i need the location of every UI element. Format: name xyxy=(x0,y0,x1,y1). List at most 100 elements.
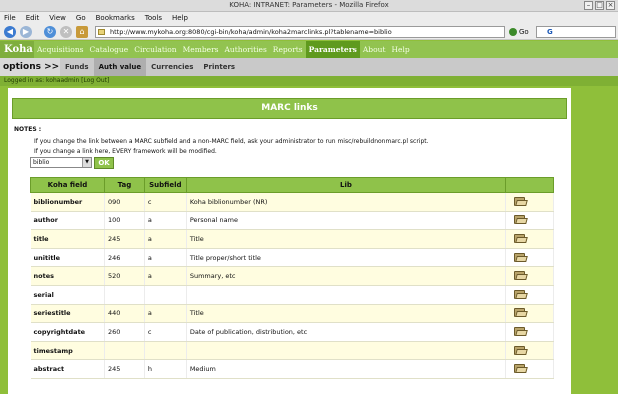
subfield xyxy=(144,285,187,305)
koha-field: timestamp xyxy=(30,341,105,361)
tab-members[interactable]: Members xyxy=(180,41,222,58)
subfield xyxy=(144,341,187,361)
koha-field: unititle xyxy=(30,248,105,268)
koha-field: biblionumber xyxy=(30,192,105,212)
header-edit xyxy=(505,177,554,193)
folder-icon[interactable] xyxy=(514,363,528,374)
tag xyxy=(104,341,145,361)
stop-icon[interactable]: ✕ xyxy=(60,26,72,38)
login-status: Logged in as: kohaadmin [Log Out] xyxy=(0,76,618,86)
header-subfield: Subfield xyxy=(143,177,187,193)
edit-cell xyxy=(505,211,554,231)
forward-icon[interactable]: ▶ xyxy=(20,26,32,38)
back-icon[interactable]: ◀ xyxy=(4,26,16,38)
folder-icon[interactable] xyxy=(514,326,528,336)
tag: 520 xyxy=(104,266,145,286)
edit-cell xyxy=(505,304,554,324)
folder-icon[interactable] xyxy=(514,270,528,281)
option-printers[interactable]: Printers xyxy=(198,58,240,76)
options-bar: options >> Funds Auth value Currencies P… xyxy=(0,58,618,76)
tab-about[interactable]: About xyxy=(360,41,389,58)
menu-file[interactable]: File xyxy=(4,14,16,22)
home-icon[interactable]: ⌂ xyxy=(76,26,88,38)
menu-go[interactable]: Go xyxy=(76,14,86,22)
window-title: KOHA: INTRANET: Parameters - Mozilla Fir… xyxy=(229,1,389,9)
search-input[interactable]: G xyxy=(536,26,616,38)
subfield: a xyxy=(144,211,187,231)
folder-icon[interactable] xyxy=(514,214,528,225)
tab-catalogue[interactable]: Catalogue xyxy=(87,41,132,58)
framework-select[interactable]: biblio ▼ xyxy=(30,157,92,168)
koha-header: Koha Acquisitions Catalogue Circulation … xyxy=(0,41,618,58)
table-row: abstract 245 h Medium xyxy=(30,359,554,379)
koha-logo[interactable]: Koha xyxy=(0,41,34,58)
folder-icon[interactable] xyxy=(514,289,528,299)
tag: 245 xyxy=(104,229,145,249)
tab-parameters[interactable]: Parameters xyxy=(305,41,360,58)
menu-bookmarks[interactable]: Bookmarks xyxy=(96,14,135,22)
table-row: author 100 a Personal name xyxy=(30,211,554,231)
tag xyxy=(104,285,145,305)
tag: 245 xyxy=(104,359,145,379)
subfield: a xyxy=(144,229,187,249)
lib xyxy=(186,341,507,361)
tag: 246 xyxy=(104,248,145,268)
ok-button[interactable]: OK xyxy=(94,157,114,169)
option-auth-value[interactable]: Auth value xyxy=(93,58,147,76)
header-lib: Lib xyxy=(185,177,507,193)
lib: Title xyxy=(186,229,507,249)
menu-help[interactable]: Help xyxy=(172,14,188,22)
tab-reports[interactable]: Reports xyxy=(270,41,306,58)
option-currencies[interactable]: Currencies xyxy=(146,58,198,76)
edit-cell xyxy=(505,229,554,249)
folder-icon[interactable] xyxy=(514,252,528,262)
menu-tools[interactable]: Tools xyxy=(145,14,162,22)
folder-icon[interactable] xyxy=(514,196,528,206)
lib: Koha biblionumber (NR) xyxy=(186,192,507,212)
folder-icon[interactable] xyxy=(514,345,528,355)
subfield: c xyxy=(144,192,187,212)
header-koha-field[interactable]: Koha field xyxy=(30,177,105,193)
menu-bar: File Edit View Go Bookmarks Tools Help xyxy=(0,12,618,24)
marc-links-table: Koha field Tag Subfield Lib biblionumber… xyxy=(30,177,554,379)
tab-acquisitions[interactable]: Acquisitions xyxy=(34,41,87,58)
edit-cell xyxy=(505,285,554,305)
koha-field: notes xyxy=(30,266,105,286)
folder-icon[interactable] xyxy=(514,307,528,318)
table-row: biblionumber 090 c Koha biblionumber (NR… xyxy=(30,192,554,212)
lib xyxy=(186,285,507,305)
lib: Personal name xyxy=(186,211,507,231)
koha-field: seriestitle xyxy=(30,304,105,324)
tab-help[interactable]: Help xyxy=(388,41,412,58)
navigation-toolbar: ◀ ▶ ↻ ✕ ⌂ http://www.mykoha.org:8080/cgi… xyxy=(0,24,618,40)
note-framework: If you change a link here, EVERY framewo… xyxy=(34,148,217,155)
main-panel: MARC links NOTES : If you change the lin… xyxy=(8,88,571,394)
edit-cell xyxy=(505,341,554,361)
minimize-icon[interactable]: – xyxy=(584,1,593,10)
option-funds[interactable]: Funds xyxy=(60,58,94,76)
folder-icon[interactable] xyxy=(514,233,528,243)
tag: 440 xyxy=(104,304,145,324)
edit-cell xyxy=(505,192,554,212)
tab-authorities[interactable]: Authorities xyxy=(222,41,270,58)
url-text: http://www.mykoha.org:8080/cgi-bin/koha/… xyxy=(110,28,392,36)
reload-icon[interactable]: ↻ xyxy=(44,26,56,38)
edit-cell xyxy=(505,322,554,342)
url-input[interactable]: http://www.mykoha.org:8080/cgi-bin/koha/… xyxy=(95,26,505,38)
go-button[interactable]: Go xyxy=(509,26,529,38)
menu-edit[interactable]: Edit xyxy=(26,14,40,22)
window-controls: – □ × xyxy=(584,1,615,10)
menu-view[interactable]: View xyxy=(49,14,66,22)
close-icon[interactable]: × xyxy=(606,1,615,10)
maximize-icon[interactable]: □ xyxy=(595,1,604,10)
tag: 260 xyxy=(104,322,145,342)
edit-cell xyxy=(505,266,554,286)
go-arrow-icon xyxy=(509,28,517,36)
table-header-row: Koha field Tag Subfield Lib xyxy=(30,177,554,193)
koha-field: copyrightdate xyxy=(30,322,105,342)
tag: 090 xyxy=(104,192,145,212)
table-row: unititle 246 a Title proper/short title xyxy=(30,248,554,268)
note-rebuild: If you change the link between a MARC su… xyxy=(34,138,429,145)
tab-circulation[interactable]: Circulation xyxy=(131,41,179,58)
koha-field: title xyxy=(30,229,105,249)
